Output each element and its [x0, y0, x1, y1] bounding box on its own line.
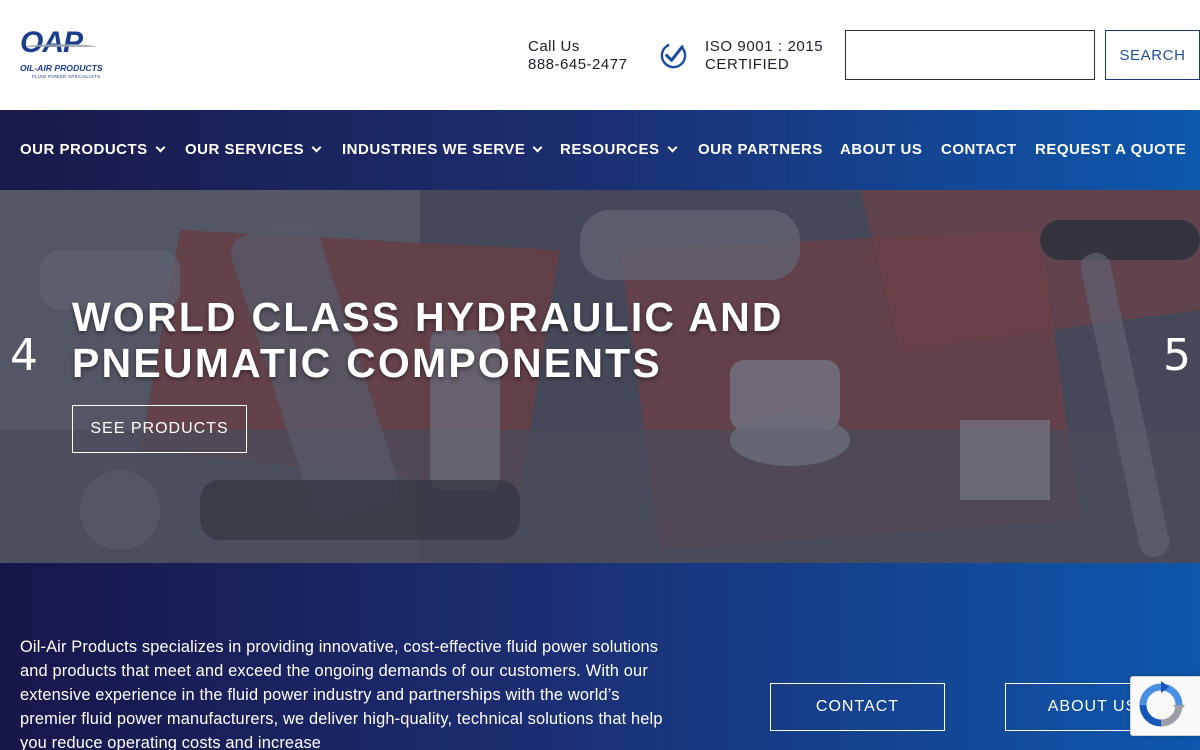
logo-tagline: FLUID POWER SPECIALISTS [32, 74, 101, 79]
slider-prev-arrow[interactable]: 4 [10, 330, 38, 382]
logo-name: OIL-AIR PRODUCTS [20, 63, 103, 73]
nav-item-about-us[interactable]: ABOUT US [840, 110, 922, 190]
recaptcha-icon [1139, 681, 1185, 727]
nav-label: CONTACT [941, 141, 1017, 158]
contact-button[interactable]: CONTACT [770, 683, 945, 731]
nav-item-our-services[interactable]: OUR SERVICES [185, 110, 322, 190]
call-us-label: Call Us [528, 38, 580, 55]
logo-swoosh [26, 44, 96, 50]
iso-certification: ISO 9001 : 2015 CERTIFIED [705, 38, 823, 74]
hero-slider: 4 5 WORLD CLASS HYDRAULIC AND PNEUMATIC … [0, 190, 1200, 563]
iso-check-icon [660, 42, 687, 69]
nav-label: INDUSTRIES WE SERVE [342, 141, 526, 158]
chevron-down-icon [532, 142, 543, 153]
nav-item-our-partners[interactable]: OUR PARTNERS [698, 110, 823, 190]
nav-item-request-quote[interactable]: REQUEST A QUOTE [1035, 110, 1186, 190]
nav-label: OUR PRODUCTS [20, 141, 148, 158]
chevron-down-icon [667, 142, 677, 153]
nav-item-contact[interactable]: CONTACT [941, 110, 1017, 190]
chevron-down-icon [311, 142, 322, 153]
slider-next-arrow[interactable]: 5 [1163, 330, 1191, 382]
oap-logo[interactable]: OAP OIL-AIR PRODUCTS FLUID POWER SPECIAL… [20, 28, 106, 82]
main-nav: OUR PRODUCTS OUR SERVICES INDUSTRIES WE … [0, 110, 1200, 190]
see-products-button[interactable]: SEE PRODUCTS [72, 405, 247, 453]
nav-label: RESOURCES [560, 141, 660, 158]
logo-mark: OAP [20, 26, 83, 59]
nav-label: OUR SERVICES [185, 141, 305, 158]
site-header: OAP OIL-AIR PRODUCTS FLUID POWER SPECIAL… [0, 0, 1200, 110]
chevron-down-icon [155, 142, 166, 153]
intro-section: Oil-Air Products specializes in providin… [0, 563, 1200, 750]
search-button[interactable]: SEARCH [1105, 30, 1200, 80]
nav-label: REQUEST A QUOTE [1035, 141, 1187, 158]
iso-certified: CERTIFIED [705, 56, 790, 73]
nav-label: ABOUT US [840, 141, 923, 158]
search-input[interactable] [845, 30, 1095, 80]
nav-item-our-products[interactable]: OUR PRODUCTS [20, 110, 166, 190]
nav-item-industries[interactable]: INDUSTRIES WE SERVE [342, 110, 543, 190]
nav-label: OUR PARTNERS [698, 141, 823, 158]
intro-paragraph: Oil-Air Products specializes in providin… [20, 638, 663, 750]
hero-title: WORLD CLASS HYDRAULIC AND PNEUMATIC COMP… [72, 294, 784, 386]
phone-number[interactable]: 888-645-2477 [528, 56, 627, 74]
call-us-block: Call Us 888-645-2477 [528, 38, 627, 74]
nav-item-resources[interactable]: RESOURCES [560, 110, 677, 190]
iso-standard: ISO 9001 : 2015 [705, 38, 824, 55]
recaptcha-badge[interactable] [1130, 676, 1200, 736]
